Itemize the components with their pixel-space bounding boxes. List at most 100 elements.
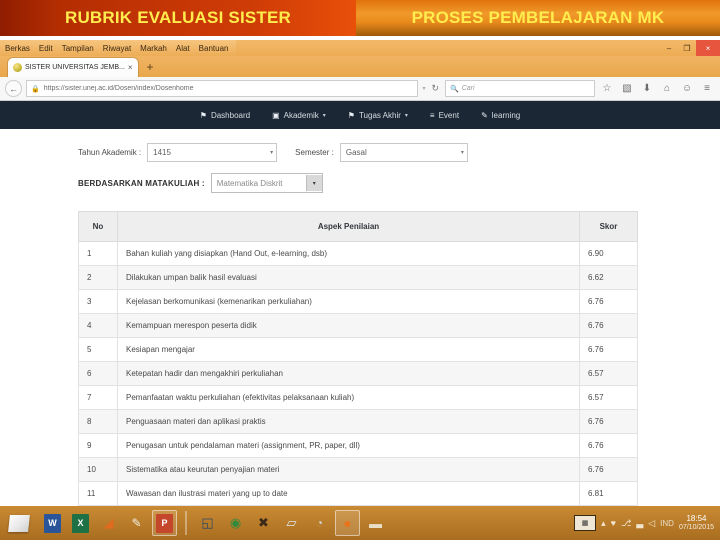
home-icon[interactable]: ⌂ xyxy=(659,81,675,97)
notepad-glyph: ▱ xyxy=(286,515,297,530)
reload-icon[interactable]: ↻ xyxy=(429,83,441,94)
show-desktop-icon[interactable]: ▦ xyxy=(574,515,597,531)
cell-skor: 6.76 xyxy=(579,337,638,362)
address-bar[interactable]: 🔒 https://sister.unej.ac.id/Dosen/index/… xyxy=(26,80,419,97)
cell-aspek: Sistematika atau keurutan penyajian mate… xyxy=(117,457,580,482)
table-row: 8 Penguasaan materi dan aplikasi praktis… xyxy=(78,409,638,434)
rubrik-table-wrapper: No Aspek Penilaian Skor 1 Bahan kuliah y… xyxy=(0,204,720,506)
site-navbar: ⚑ Dashboard ▣ Akademik ▾ ⚑ Tugas Akhir ▾… xyxy=(0,101,720,129)
bookmark-star-icon[interactable]: ☆ xyxy=(599,81,615,97)
table-row: 7 Pemanfaatan waktu perkuliahan (efektiv… xyxy=(78,385,638,410)
folder-icon[interactable]: ▬ xyxy=(363,510,388,536)
volume-icon[interactable]: ◁ xyxy=(648,518,655,529)
table-row: 2 Dilakukan umpan balik hasil evaluasi 6… xyxy=(78,265,638,290)
matakuliah-select[interactable]: Matematika Diskrit ▾ xyxy=(210,173,323,193)
new-tab-button[interactable]: + xyxy=(147,60,154,74)
nav-learning[interactable]: ✎ learning xyxy=(481,111,520,120)
url-dropdown-icon[interactable]: ▾ xyxy=(422,85,425,92)
signal-icon[interactable]: ▃ xyxy=(636,518,643,529)
learning-icon: ✎ xyxy=(481,110,488,120)
banner-right-title: PROSES PEMBELAJARAN MK xyxy=(411,8,665,27)
cell-aspek: Kemampuan merespon peserta didik xyxy=(117,313,580,338)
menu-bantuan[interactable]: Bantuan xyxy=(199,44,229,53)
network-icon[interactable]: ⎇ xyxy=(621,518,631,529)
folder-glyph: ▬ xyxy=(369,515,382,531)
nav-tugas-akhir[interactable]: ⚑ Tugas Akhir ▾ xyxy=(348,111,408,120)
menu-tampilan[interactable]: Tampilan xyxy=(62,44,94,53)
header-aspek: Aspek Penilaian xyxy=(117,211,580,242)
semester-select[interactable]: Gasal ▾ xyxy=(339,143,468,162)
menu-riwayat[interactable]: Riwayat xyxy=(103,44,131,53)
cell-skor: 6.81 xyxy=(579,481,638,506)
nav-event[interactable]: ≡ Event xyxy=(430,111,459,120)
table-row: 10 Sistematika atau keurutan penyajian m… xyxy=(78,457,638,482)
nav-dashboard[interactable]: ⚑ Dashboard xyxy=(200,111,250,120)
excel-icon[interactable]: X xyxy=(68,510,93,536)
cell-no: 11 xyxy=(78,481,118,506)
matlab-icon[interactable]: ◢ xyxy=(96,510,121,536)
notepad-icon[interactable]: ▱ xyxy=(279,510,304,536)
tab-close-icon[interactable]: × xyxy=(128,63,133,72)
endnote-glyph: ◉ xyxy=(229,515,242,530)
cell-aspek: Dilakukan umpan balik hasil evaluasi xyxy=(117,265,580,290)
cell-skor: 6.76 xyxy=(579,289,638,314)
menu-hamburger-icon[interactable]: ≡ xyxy=(699,81,715,97)
header-no: No xyxy=(78,211,118,242)
cell-skor: 6.76 xyxy=(579,457,638,482)
downloads-icon[interactable]: ⬇ xyxy=(639,81,655,97)
xmind-icon[interactable]: ✖ xyxy=(251,510,276,536)
cell-aspek: Penugasan untuk pendalaman materi (assig… xyxy=(117,433,580,458)
endnote-icon[interactable]: ◉ xyxy=(223,510,248,536)
table-row: 4 Kemampuan merespon peserta didik 6.76 xyxy=(78,313,638,338)
cell-aspek: Penguasaan materi dan aplikasi praktis xyxy=(117,409,580,434)
nav-event-label: Event xyxy=(438,110,460,120)
account-icon[interactable]: ☺ xyxy=(679,81,695,97)
back-arrow-icon[interactable]: ← xyxy=(5,80,22,97)
tahun-akademik-select[interactable]: 1415 ▾ xyxy=(147,143,278,162)
cell-aspek: Kesiapan mengajar xyxy=(117,337,580,362)
explorer-icon[interactable]: ◱ xyxy=(195,510,220,536)
firefox-icon[interactable]: ● xyxy=(335,510,360,536)
banner-left-title: RUBRIK EVALUASI SISTER xyxy=(64,8,292,27)
close-button[interactable]: × xyxy=(696,40,720,56)
ppt-glyph: P xyxy=(156,513,173,533)
minimize-button[interactable]: – xyxy=(660,40,678,56)
semester-label: Semester : xyxy=(295,148,334,157)
table-head: No Aspek Penilaian Skor xyxy=(78,211,638,242)
nav-learning-label: learning xyxy=(491,110,521,120)
media-icon[interactable]: ◔ xyxy=(307,510,332,536)
clock[interactable]: 18:54 07/10/2015 xyxy=(679,514,714,531)
cell-no: 9 xyxy=(78,433,118,458)
language-indicator[interactable]: IND xyxy=(660,519,674,528)
chevron-down-icon: ▾ xyxy=(460,150,464,156)
xmind-glyph: ✖ xyxy=(258,515,269,530)
cell-no: 2 xyxy=(78,265,118,290)
start-button[interactable] xyxy=(2,508,36,538)
chevron-down-icon[interactable]: ▾ xyxy=(305,175,322,191)
cell-aspek: Wawasan dan ilustrasi materi yang up to … xyxy=(117,481,580,506)
maximize-button[interactable]: ❐ xyxy=(678,40,696,56)
filter-row-matakuliah: BERDASARKAN MATAKULIAH : Matematika Disk… xyxy=(0,173,720,193)
tahun-akademik-label: Tahun Akademik : xyxy=(78,148,142,157)
menu-markah[interactable]: Markah xyxy=(140,44,167,53)
reader-view-icon[interactable]: ▧ xyxy=(619,81,635,97)
paint-icon[interactable]: ✎ xyxy=(124,510,149,536)
lock-icon: 🔒 xyxy=(31,85,40,93)
nav-akademik[interactable]: ▣ Akademik ▾ xyxy=(272,111,326,120)
chevron-down-icon: ▾ xyxy=(404,112,408,119)
nav-tugas-akhir-label: Tugas Akhir xyxy=(358,110,401,120)
search-bar[interactable]: 🔍 Cari xyxy=(445,80,595,97)
menu-edit[interactable]: Edit xyxy=(39,44,53,53)
tab-sister[interactable]: SISTER UNIVERSITAS JEMB... × xyxy=(8,58,138,77)
menu-berkas[interactable]: Berkas xyxy=(5,44,30,53)
powerpoint-icon[interactable]: P xyxy=(152,510,177,536)
table-row: 3 Kejelasan berkomunikasi (kemenarikan p… xyxy=(78,289,638,314)
menu-alat[interactable]: Alat xyxy=(176,44,190,53)
paint-glyph: ✎ xyxy=(131,516,142,530)
excel-glyph: X xyxy=(72,513,89,533)
security-icon[interactable]: ♥ xyxy=(611,518,616,528)
word-icon[interactable]: W xyxy=(40,510,65,536)
tab-title: SISTER UNIVERSITAS JEMB... xyxy=(25,64,125,71)
tugas-akhir-icon: ⚑ xyxy=(347,110,355,120)
expand-tray-icon[interactable]: ▴ xyxy=(601,518,606,529)
